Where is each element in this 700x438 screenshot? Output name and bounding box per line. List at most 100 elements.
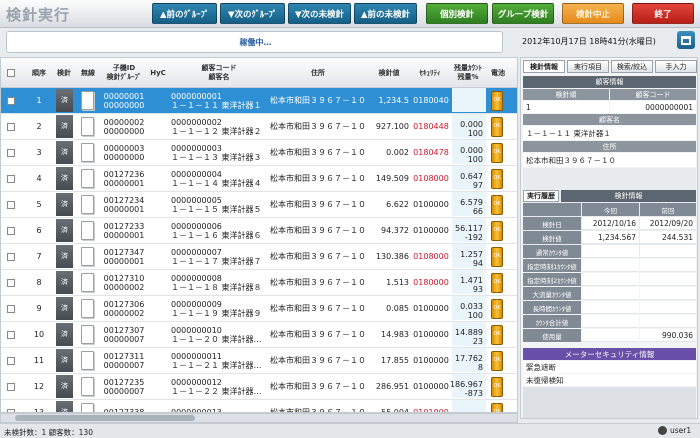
select-all-checkbox[interactable] (4, 58, 18, 88)
security-cell: 0101000 (413, 408, 449, 413)
scroll-thumb[interactable] (15, 415, 195, 421)
meter-row: 使用量 990.036 (523, 329, 696, 343)
row-checkbox[interactable] (7, 218, 15, 243)
read-done-button[interactable]: 済 (56, 192, 73, 217)
row-checkbox[interactable] (7, 374, 15, 399)
prev-group-button[interactable]: ▲前のｸﾞﾙｰﾌﾟ (152, 3, 217, 24)
read-done-button[interactable]: 済 (56, 374, 73, 399)
table-row[interactable]: 13 済 00127338 0000000013 松本市和田３９６７－１０ 55.004 0… (1, 400, 517, 413)
prev-unread-button[interactable]: ▲前の未検針 (354, 3, 417, 24)
read-done-button[interactable]: 済 (56, 296, 73, 321)
tab-exec-history[interactable]: 実行履歴 (523, 190, 559, 202)
read-done-button[interactable]: 済 (56, 140, 73, 165)
tab-exec-items[interactable]: 実行項目 (567, 60, 609, 73)
row-checkbox[interactable] (7, 166, 15, 191)
blank-label (523, 203, 581, 216)
row-checkbox[interactable] (7, 270, 15, 295)
table-row[interactable]: 5 済 00127234 00000001 0000000005 １－１－１５ 東洋計器５… (1, 192, 517, 218)
col-address[interactable]: 住所 (269, 58, 367, 88)
row-seq: 5 (36, 200, 42, 209)
read-done-button[interactable]: 済 (56, 166, 73, 191)
row-checkbox[interactable] (7, 114, 15, 139)
address-cell: 松本市和田３９６７－１０ (270, 330, 366, 339)
row-checkbox[interactable] (7, 296, 15, 321)
row-checkbox[interactable] (7, 400, 15, 412)
next-group-button[interactable]: ▼次のｸﾞﾙｰﾌﾟ (220, 3, 285, 24)
child-id: 00127338 (103, 408, 145, 413)
table-row[interactable]: 12 済 00127235 00000007 0000000012 １－１－２２ 東洋計器… (1, 374, 517, 400)
table-header: 順序 検針 無線 子機ID 検針ｸﾞﾙｰﾌﾟ HyC 顧客コード 顧客名 住所 … (1, 58, 517, 88)
meter-row-now (582, 287, 639, 300)
col-hyc[interactable]: HyC (147, 58, 169, 88)
row-checkbox[interactable] (7, 192, 15, 217)
read-done-button[interactable]: 済 (56, 244, 73, 269)
col-reading[interactable]: 検針値 (367, 58, 411, 88)
row-checkbox[interactable] (7, 140, 15, 165)
meter-row-label: 検針日 (523, 217, 581, 230)
col-child-id[interactable]: 子機ID 検針ｸﾞﾙｰﾌﾟ (101, 58, 147, 88)
row-checkbox[interactable] (7, 322, 15, 347)
table-row[interactable]: 11 済 00127311 00000007 0000000011 １－１－２１ 東洋計器… (1, 348, 517, 374)
table-row[interactable]: 8 済 00127310 00000002 0000000008 １－１－１８ 東洋計器８… (1, 270, 517, 296)
remain-cell: 17.762 8 (452, 348, 486, 372)
read-done-button[interactable]: 済 (56, 322, 73, 347)
meter-row-label: 指定時刻1ｶｳﾝﾀ値 (523, 259, 581, 272)
read-done-button[interactable]: 済 (56, 114, 73, 139)
table-row[interactable]: 9 済 00127306 00000002 0000000009 １－１－１９ 東洋計器９… (1, 296, 517, 322)
row-checkbox[interactable] (7, 244, 15, 269)
table-row[interactable]: 3 済 00000003 00000000 0000000003 １－１－１３ 東洋計器３… (1, 140, 517, 166)
battery-icon: OK (491, 88, 503, 113)
table-row[interactable]: 1 済 00000001 00000000 0000000001 １－１－１１ 東洋計器１… (1, 88, 517, 114)
col-seq[interactable]: 順序 (27, 58, 51, 88)
wireless-doc-icon (81, 114, 94, 139)
read-done-button[interactable]: 済 (56, 270, 73, 295)
remain-cell: 0.647 97 (452, 166, 486, 190)
read-done-button[interactable]: 済 (56, 400, 73, 412)
row-checkbox[interactable] (7, 348, 15, 373)
meter-row-now (582, 259, 639, 272)
remain-cell: 0.000 100 (452, 114, 486, 138)
battery-icon: OK (491, 192, 503, 217)
battery-icon: OK (491, 114, 503, 139)
horizontal-scrollbar[interactable] (0, 413, 518, 423)
stop-reading-button[interactable]: 検針中止 (562, 3, 624, 24)
col-customer[interactable]: 顧客コード 顧客名 (169, 58, 269, 88)
status-message: 稼働中… (239, 38, 272, 47)
read-done-button[interactable]: 済 (56, 88, 73, 113)
remain-cell: 14.889 23 (452, 322, 486, 346)
address-cell: 松本市和田３９６７－１０ (270, 408, 366, 413)
calendar-icon[interactable] (677, 31, 695, 49)
user-indicator: user1 (658, 426, 691, 435)
col-battery[interactable]: 電池 (487, 58, 509, 88)
exit-button[interactable]: 終了 (632, 3, 694, 24)
table-row[interactable]: 4 済 00127236 00000001 0000000004 １－１－１４ 東洋計器４… (1, 166, 517, 192)
address-cell: 松本市和田３９６７－１０ (270, 304, 366, 313)
customer-cell: 0000000010 １－１－２０ 東洋計器… (171, 325, 262, 344)
meter-row-label: 使用量 (523, 329, 581, 342)
group-reading-button[interactable]: グループ検針 (492, 3, 554, 24)
tab-search[interactable]: 検索/絞込 (611, 60, 653, 73)
col-kenshin[interactable]: 検針 (53, 58, 75, 88)
row-checkbox[interactable] (7, 88, 15, 113)
tab-reading-info[interactable]: 検針情報 (523, 60, 565, 73)
child-id: 00127347 00000001 (103, 247, 145, 266)
col-remain[interactable]: 残量ｶｳﾝﾄ 残量% (449, 58, 487, 88)
wireless-doc-icon (81, 374, 94, 399)
table-row[interactable]: 6 済 00127233 00000001 0000000006 １－１－１６ 東洋計器６… (1, 218, 517, 244)
individual-reading-button[interactable]: 個別検針 (426, 3, 488, 24)
customer-name-value: １－１－１１ 東洋計器１ (523, 126, 696, 140)
tab-manual-input[interactable]: 手入力 (655, 60, 697, 73)
read-done-button[interactable]: 済 (56, 348, 73, 373)
battery-icon: OK (491, 244, 503, 269)
meter-row: 検針日 2012/10/16 2012/09/20 (523, 217, 696, 231)
child-id: 00127233 00000001 (103, 221, 145, 240)
col-musen[interactable]: 無線 (77, 58, 99, 88)
next-unread-button[interactable]: ▼次の未検針 (288, 3, 351, 24)
table-row[interactable]: 7 済 00127347 00000001 0000000007 １－１－１７ 東洋計器７… (1, 244, 517, 270)
read-done-button[interactable]: 済 (56, 218, 73, 243)
row-seq: 4 (36, 174, 42, 183)
table-row[interactable]: 2 済 00000002 00000000 0000000002 １－１－１２ 東洋計器２… (1, 114, 517, 140)
meter-info-header: 検針情報 (561, 190, 696, 202)
table-row[interactable]: 10 済 00127307 00000007 0000000010 １－１－２０ 東洋計器… (1, 322, 517, 348)
col-security[interactable]: ｾｷｭﾘﾃｨ (411, 58, 449, 88)
